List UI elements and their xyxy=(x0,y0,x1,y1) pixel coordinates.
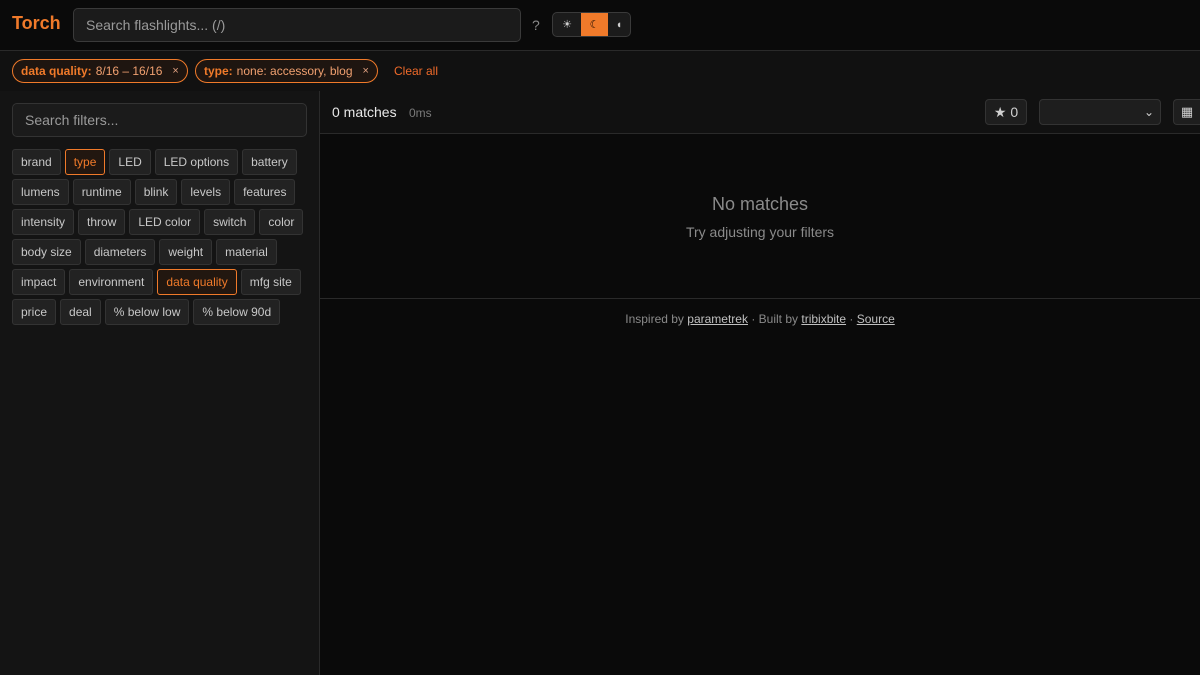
footer-inspired-text: Inspired by xyxy=(625,312,684,326)
filter-chip-type[interactable]: type: none: accessory, blog × xyxy=(195,59,378,83)
filter-tag-lumens[interactable]: lumens xyxy=(12,179,69,205)
sort-select[interactable]: ⌄ xyxy=(1039,99,1161,125)
chip-key: type: xyxy=(204,64,233,78)
sun-icon[interactable]: ☀ xyxy=(553,13,581,36)
app-logo[interactable]: Torch xyxy=(12,13,61,34)
filter-tag-type[interactable]: type xyxy=(64,149,106,175)
filter-tag-runtime[interactable]: runtime xyxy=(72,179,131,205)
filter-sidebar: brand type LED LED options battery lumen… xyxy=(0,91,320,675)
filter-tag-blink[interactable]: blink xyxy=(134,179,178,205)
chip-value: 8/16 – 16/16 xyxy=(95,64,163,78)
footer-built-text: · Built by xyxy=(751,312,799,326)
filter-tag-diameters[interactable]: diameters xyxy=(84,239,156,265)
filter-tag-mfg-site[interactable]: mfg site xyxy=(240,269,301,295)
theme-toggle: ☀ ☾ ◖ xyxy=(552,12,631,37)
filter-tag-deal[interactable]: deal xyxy=(60,299,101,325)
filter-tag-environment[interactable]: environment xyxy=(69,269,154,295)
filter-tag-material[interactable]: material xyxy=(216,239,277,265)
filter-tag-battery[interactable]: battery xyxy=(242,149,297,175)
filter-tag-throw[interactable]: throw xyxy=(78,209,126,235)
filter-tag-below-low[interactable]: % below low xyxy=(104,299,190,325)
results-panel: 0 matches 0ms ★ 0 ⌄ ▦ No matches Try adj… xyxy=(320,91,1200,675)
app-header: Torch ? ☀ ☾ ◖ xyxy=(0,0,1200,51)
filter-tag-body-size[interactable]: body size xyxy=(12,239,81,265)
tribixbite-link[interactable]: tribixbite xyxy=(801,312,846,326)
chip-value: none: accessory, blog xyxy=(236,64,353,78)
filter-tag-led-color[interactable]: LED color xyxy=(129,209,201,235)
filter-tag-list: brand type LED LED options battery lumen… xyxy=(12,149,312,325)
favorites-button[interactable]: ★ 0 xyxy=(985,99,1027,125)
filter-tag-intensity[interactable]: intensity xyxy=(12,209,75,235)
empty-title: No matches xyxy=(711,194,809,214)
active-filters-bar: data quality: 8/16 – 16/16 × type: none:… xyxy=(0,51,1200,91)
results-toolbar: 0 matches 0ms ★ 0 ⌄ ▦ xyxy=(320,91,1200,134)
filter-tag-led-options[interactable]: LED options xyxy=(154,149,239,175)
remove-chip-icon[interactable]: × xyxy=(363,65,369,77)
filter-tag-brand[interactable]: brand xyxy=(12,149,61,175)
flashlight-search-input[interactable] xyxy=(73,8,521,42)
grid-view-icon[interactable]: ▦ xyxy=(1173,99,1200,125)
auto-icon[interactable]: ◖ xyxy=(608,13,630,36)
parametrek-link[interactable]: parametrek xyxy=(687,312,748,326)
filter-tag-color[interactable]: color xyxy=(259,209,304,235)
chip-key: data quality: xyxy=(21,64,92,78)
query-time: 0ms xyxy=(409,106,432,120)
clear-all-button[interactable]: Clear all xyxy=(394,64,438,78)
filter-tag-weight[interactable]: weight xyxy=(159,239,213,265)
match-count: 0 matches xyxy=(332,104,397,120)
empty-state: No matches Try adjusting your filters xyxy=(320,134,1200,299)
filter-tag-switch[interactable]: switch xyxy=(204,209,256,235)
footer-separator: · xyxy=(849,312,854,326)
moon-icon[interactable]: ☾ xyxy=(581,13,608,36)
filter-tag-data-quality[interactable]: data quality xyxy=(157,269,237,295)
chevron-down-icon: ⌄ xyxy=(1143,105,1154,119)
filter-chip-data-quality[interactable]: data quality: 8/16 – 16/16 × xyxy=(12,59,188,83)
filter-tag-impact[interactable]: impact xyxy=(12,269,66,295)
remove-chip-icon[interactable]: × xyxy=(172,65,178,77)
help-button[interactable]: ? xyxy=(532,17,540,33)
filter-search-input[interactable] xyxy=(12,103,307,137)
filter-tag-led[interactable]: LED xyxy=(109,149,151,175)
source-link[interactable]: Source xyxy=(857,312,895,326)
filter-tag-levels[interactable]: levels xyxy=(181,179,231,205)
filter-tag-price[interactable]: price xyxy=(12,299,57,325)
filter-tag-features[interactable]: features xyxy=(234,179,296,205)
empty-subtitle: Try adjusting your filters xyxy=(685,224,835,240)
footer: Inspired by parametrek · Built by tribix… xyxy=(320,312,1200,326)
filter-tag-below-90d[interactable]: % below 90d xyxy=(193,299,281,325)
